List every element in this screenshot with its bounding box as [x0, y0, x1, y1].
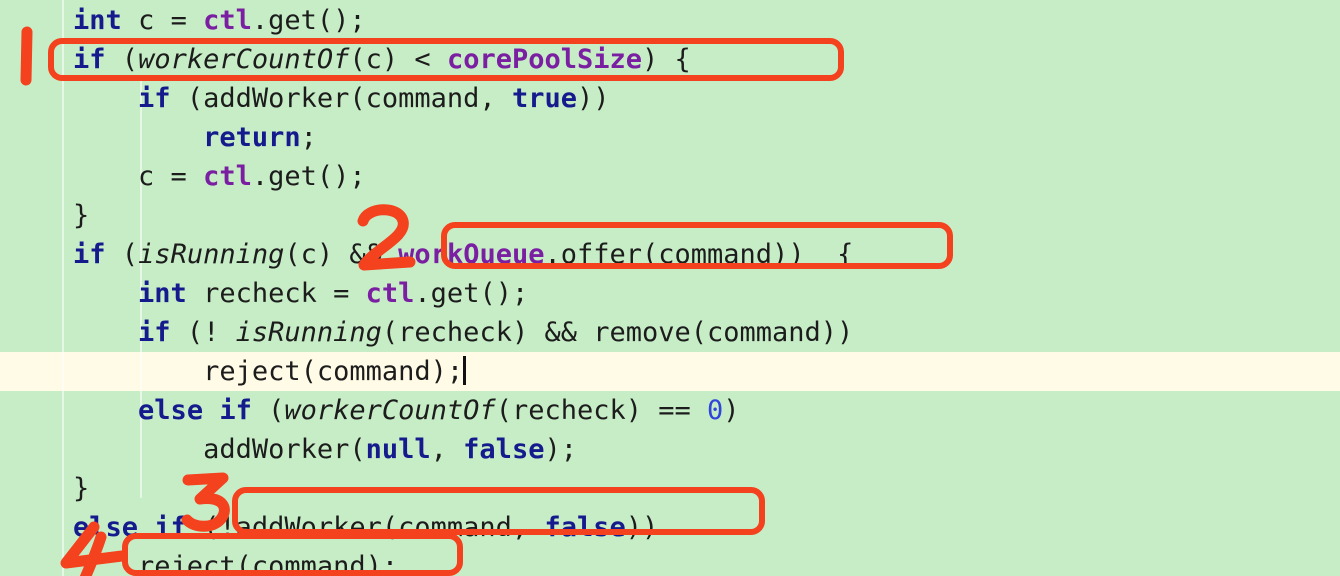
code-token: ctl: [203, 161, 252, 192]
code-token: ;: [300, 122, 317, 153]
code-token: (recheck) && remove(command)): [381, 317, 854, 348]
code-line[interactable]: if (! isRunning(recheck) && remove(comma…: [0, 313, 1340, 352]
code-token: 0: [707, 395, 724, 426]
code-token: }: [8, 473, 90, 504]
code-token: return: [203, 122, 301, 153]
code-line[interactable]: addWorker(null, false);: [0, 430, 1340, 469]
code-token: .get();: [251, 161, 366, 192]
code-token: workerCountOf: [138, 44, 350, 75]
code-token: (!addWorker(command,: [186, 512, 545, 543]
code-token: }: [8, 200, 90, 231]
code-line[interactable]: }: [0, 469, 1340, 508]
code-token: else if: [73, 512, 187, 543]
code-token: c =: [8, 161, 204, 192]
code-token: true: [511, 83, 577, 114]
text-caret: [463, 356, 467, 385]
code-line[interactable]: int recheck = ctl.get();: [0, 274, 1340, 313]
code-token: else if: [138, 395, 252, 426]
code-token: if: [73, 44, 106, 75]
code-token: );: [544, 434, 577, 465]
code-token: recheck =: [186, 278, 366, 309]
code-token: if: [138, 317, 171, 348]
code-token: ) {: [642, 44, 691, 75]
code-token: workerCountOf: [284, 395, 496, 426]
code-token: .get();: [414, 278, 529, 309]
code-token: reject(command);: [8, 356, 464, 387]
code-text[interactable]: int c = ctl.get(); if (workerCountOf(c) …: [0, 0, 1340, 576]
code-token: (recheck) ==: [495, 395, 708, 426]
code-token: workQueue: [398, 239, 545, 270]
code-line[interactable]: }: [0, 196, 1340, 235]
code-token: (!: [170, 317, 236, 348]
code-token: addWorker(: [8, 434, 366, 465]
code-token: null: [365, 434, 431, 465]
code-token: false: [463, 434, 545, 465]
code-token: )): [576, 83, 610, 114]
code-line[interactable]: if (isRunning(c) && workQueue.offer(comm…: [0, 235, 1340, 274]
code-token: ctl: [203, 5, 252, 36]
code-token: (c) <: [349, 44, 447, 75]
code-token: (: [105, 44, 139, 75]
code-token: reject(command);: [8, 551, 399, 576]
code-line[interactable]: c = ctl.get();: [0, 157, 1340, 196]
code-line[interactable]: int c = ctl.get();: [0, 1, 1340, 40]
code-token: if: [138, 83, 171, 114]
code-editor-screenshot: int c = ctl.get(); if (workerCountOf(c) …: [0, 0, 1340, 576]
code-token: ): [723, 395, 740, 426]
code-line[interactable]: reject(command);: [0, 352, 1340, 391]
code-line[interactable]: else if (!addWorker(command, false)): [0, 508, 1340, 547]
code-token: (addWorker(command,: [170, 83, 512, 114]
code-token: .offer(command)) {: [544, 239, 854, 270]
code-line[interactable]: if (addWorker(command, true)): [0, 79, 1340, 118]
code-token: if: [73, 239, 106, 270]
code-token: (c) &&: [284, 239, 399, 270]
code-token: (: [251, 395, 285, 426]
code-line[interactable]: return;: [0, 118, 1340, 157]
code-line[interactable]: else if (workerCountOf(recheck) == 0): [0, 391, 1340, 430]
code-token: int: [138, 278, 187, 309]
code-token: int: [73, 5, 122, 36]
code-token: .get();: [251, 5, 366, 36]
code-token: corePoolSize: [446, 44, 643, 75]
code-line[interactable]: if (workerCountOf(c) < corePoolSize) {: [0, 40, 1340, 79]
code-token: isRunning: [235, 317, 382, 348]
code-line[interactable]: reject(command);: [0, 547, 1340, 576]
code-token: (: [105, 239, 139, 270]
code-token: )): [625, 512, 659, 543]
code-token: ,: [430, 434, 464, 465]
code-token: false: [544, 512, 626, 543]
code-token: isRunning: [138, 239, 285, 270]
code-token: c =: [121, 5, 204, 36]
code-token: ctl: [365, 278, 415, 309]
